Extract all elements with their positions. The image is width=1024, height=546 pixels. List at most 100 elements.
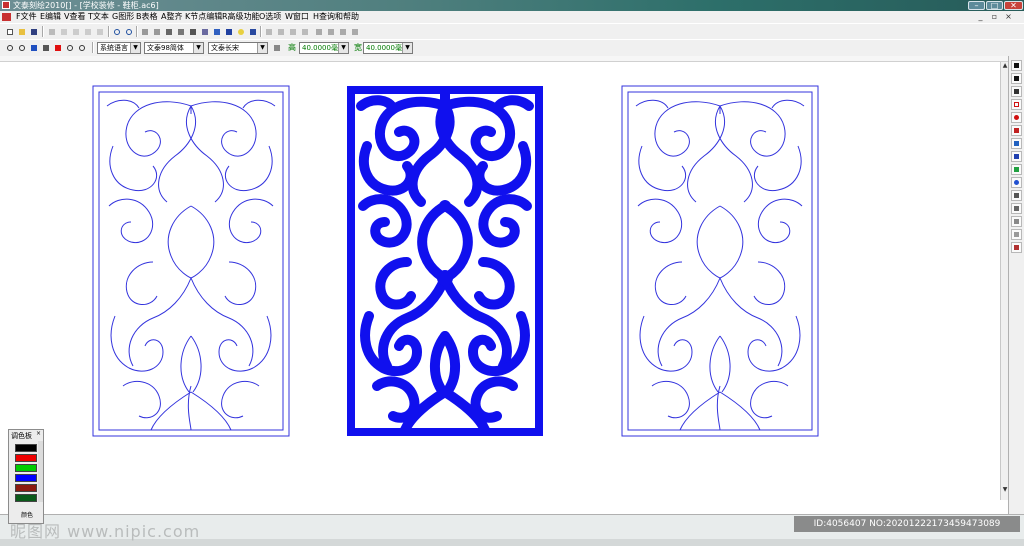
color-swatch-black[interactable] <box>15 444 37 452</box>
color-swatch-red[interactable] <box>15 454 37 462</box>
text-tool-icon[interactable] <box>1011 73 1022 84</box>
align-center-icon[interactable] <box>325 26 336 37</box>
carved-panel-filled-center[interactable] <box>347 86 543 436</box>
copy-icon[interactable] <box>58 26 69 37</box>
print-icon[interactable] <box>163 26 174 37</box>
line-tool-icon[interactable] <box>287 26 298 37</box>
device-icon[interactable] <box>211 26 222 37</box>
zoom-all-icon[interactable] <box>76 42 87 53</box>
knife-tool-icon[interactable] <box>1011 203 1022 214</box>
rotate-icon[interactable] <box>139 26 150 37</box>
menu-text[interactable]: T文本 <box>88 11 109 23</box>
menu-edit[interactable]: E编辑 <box>40 11 61 23</box>
chevron-down-icon: ▼ <box>130 43 140 53</box>
cut-plot-icon[interactable] <box>187 26 198 37</box>
align-left-icon[interactable] <box>313 26 324 37</box>
transform-tool-icon[interactable] <box>1011 138 1022 149</box>
mdi-restore-button[interactable]: ▫ <box>990 13 999 21</box>
menu-node-edit[interactable]: K节点编辑 <box>185 11 222 23</box>
save-icon[interactable] <box>28 26 39 37</box>
align-icon[interactable] <box>299 26 310 37</box>
carved-panel-outline-left[interactable] <box>92 85 290 437</box>
toolbar-separator <box>136 26 138 37</box>
delete-icon[interactable] <box>94 26 105 37</box>
redo-icon[interactable] <box>123 26 134 37</box>
toolbar-separator <box>42 26 44 37</box>
language-combo[interactable]: 系统语言 ▼ <box>97 42 141 54</box>
open-file-icon[interactable] <box>16 26 27 37</box>
toolbar-separator <box>260 26 262 37</box>
menu-options[interactable]: O选项 <box>259 11 281 23</box>
rectangle-tool-icon[interactable] <box>1011 99 1022 110</box>
chevron-down-icon: ▼ <box>257 43 267 53</box>
font2-combo[interactable]: 文泰长宋 ▼ <box>208 42 268 54</box>
node-tool-icon[interactable] <box>263 26 274 37</box>
weld-tool-icon[interactable] <box>1011 229 1022 240</box>
height-combo[interactable]: 40.0000毫米 ▼ <box>299 42 349 54</box>
menu-view[interactable]: V查看 <box>64 11 85 23</box>
ellipse-tool-icon[interactable] <box>1011 112 1022 123</box>
output-icon[interactable] <box>199 26 210 37</box>
preview-icon[interactable] <box>175 26 186 37</box>
app-icon <box>2 1 10 9</box>
palette-scrollbar[interactable] <box>38 441 43 502</box>
mdi-minimize-button[interactable]: _ <box>976 13 985 21</box>
new-file-icon[interactable] <box>4 26 15 37</box>
cut-icon[interactable] <box>46 26 57 37</box>
close-button[interactable]: ✕ <box>1004 1 1023 10</box>
justify-icon[interactable] <box>349 26 360 37</box>
menu-help[interactable]: H查询和帮助 <box>313 11 359 23</box>
mirror-icon[interactable] <box>151 26 162 37</box>
curve-tool-icon[interactable] <box>275 26 286 37</box>
maximize-button[interactable]: □ <box>986 1 1003 10</box>
color-swatch-dark-green[interactable] <box>15 494 37 502</box>
menu-table[interactable]: B表格 <box>136 11 158 23</box>
minimize-button[interactable]: – <box>968 1 985 10</box>
node-edit-icon[interactable] <box>1011 86 1022 97</box>
canvas-svg <box>92 85 819 437</box>
mdi-close-button[interactable]: × <box>1004 13 1013 21</box>
color-palette-panel: 调色板 × 颜色 <box>8 429 44 524</box>
carved-panel-outline-right[interactable] <box>621 85 819 437</box>
table-tool-icon[interactable] <box>1011 151 1022 162</box>
fill-color-icon[interactable] <box>52 42 63 53</box>
help-icon[interactable] <box>247 26 258 37</box>
menu-window[interactable]: W窗口 <box>285 11 309 23</box>
measure-tool-icon[interactable] <box>1011 216 1022 227</box>
color-swatch-green[interactable] <box>15 464 37 472</box>
font-combo[interactable]: 文泰98简体 ▼ <box>144 42 204 54</box>
watermark-id: ID:4056407 NO:20201222173459473089 <box>794 516 1020 532</box>
text-bold-icon[interactable] <box>271 42 282 53</box>
zoom-in-icon[interactable] <box>4 42 15 53</box>
drawing-canvas[interactable] <box>0 62 1008 514</box>
width-combo[interactable]: 40.0000毫米 ▼ <box>363 42 413 54</box>
pan-icon[interactable] <box>40 42 51 53</box>
palette-icon[interactable] <box>1011 164 1022 175</box>
font-combo-value: 文泰98简体 <box>147 44 184 52</box>
fill-tool-icon[interactable] <box>1011 125 1022 136</box>
tool-palette <box>1008 56 1024 514</box>
undo-icon[interactable] <box>111 26 122 37</box>
paste-icon[interactable] <box>70 26 81 37</box>
menu-graphic[interactable]: G图形 <box>112 11 134 23</box>
close-icon[interactable]: × <box>36 431 42 437</box>
color-swatch-brown[interactable] <box>15 484 37 492</box>
document-icon[interactable] <box>2 13 11 21</box>
layer-tool-icon[interactable] <box>1011 190 1022 201</box>
align-right-icon[interactable] <box>337 26 348 37</box>
color-swatch-blue[interactable] <box>15 474 37 482</box>
menu-align[interactable]: A整齐 <box>161 11 182 23</box>
menu-file[interactable]: F文件 <box>16 11 37 23</box>
bulb-icon[interactable] <box>235 26 246 37</box>
brush-icon[interactable] <box>223 26 234 37</box>
zoom-out-icon[interactable] <box>16 42 27 53</box>
palette-footer: 颜色 <box>21 512 34 519</box>
zoom-fit-icon[interactable] <box>64 42 75 53</box>
clone-icon[interactable] <box>82 26 93 37</box>
text-effect-icon[interactable] <box>1011 242 1022 253</box>
color-wheel-icon[interactable] <box>1011 177 1022 188</box>
zoom-window-icon[interactable] <box>28 42 39 53</box>
select-arrow-icon[interactable] <box>1011 60 1022 71</box>
language-combo-value: 系统语言 <box>100 44 128 52</box>
menu-advanced[interactable]: R高级功能 <box>222 11 260 23</box>
